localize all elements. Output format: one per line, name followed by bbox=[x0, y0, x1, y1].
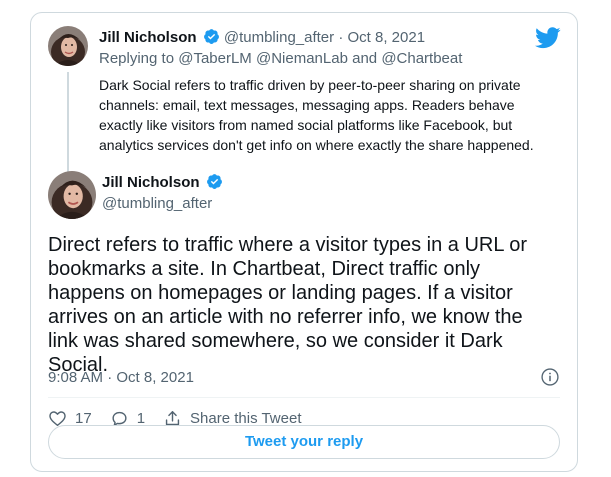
author-handle[interactable]: @tumbling_after bbox=[102, 194, 223, 214]
avatar[interactable] bbox=[48, 26, 88, 66]
replying-prefix: Replying to bbox=[99, 50, 175, 67]
tweet-embed-card: Jill Nicholson @tumbling_after · Oct 8, … bbox=[30, 12, 578, 472]
info-icon[interactable] bbox=[540, 367, 560, 387]
parent-tweet-text: Dark Social refers to traffic driven by … bbox=[99, 77, 534, 153]
reply-joiner: and bbox=[352, 50, 378, 67]
tweet-timestamp[interactable]: 9:08 AM · Oct 8, 2021 bbox=[48, 368, 194, 388]
reply-count: 1 bbox=[136, 409, 146, 427]
avatar[interactable] bbox=[48, 171, 96, 219]
share-label: Share this Tweet bbox=[190, 409, 302, 427]
verified-badge-icon bbox=[206, 174, 222, 189]
tweet-your-reply-button[interactable]: Tweet your reply bbox=[48, 425, 560, 459]
divider bbox=[48, 397, 560, 398]
author-name[interactable]: Jill Nicholson bbox=[99, 29, 197, 46]
parent-tweet-header: Jill Nicholson @tumbling_after · Oct 8, … bbox=[99, 28, 549, 48]
reply-target-link[interactable]: @Chartbeat bbox=[381, 50, 462, 67]
verified-badge-icon bbox=[203, 29, 219, 44]
separator-dot: · bbox=[338, 29, 344, 46]
main-tweet-text: Direct refers to traffic where a visitor… bbox=[48, 234, 528, 376]
reply-target-link[interactable]: @NiemanLab bbox=[256, 50, 348, 67]
main-tweet-header: Jill Nicholson @tumbling_after bbox=[48, 171, 548, 219]
main-author-block: Jill Nicholson @tumbling_after bbox=[102, 173, 223, 214]
author-name[interactable]: Jill Nicholson bbox=[102, 174, 200, 191]
like-count: 17 bbox=[75, 409, 92, 427]
reply-target-link[interactable]: @TaberLM bbox=[178, 50, 252, 67]
thread-connector-line bbox=[67, 72, 69, 176]
author-handle[interactable]: @tumbling_after bbox=[224, 29, 334, 46]
tweet-date[interactable]: Oct 8, 2021 bbox=[347, 29, 425, 46]
parent-tweet-body: Jill Nicholson @tumbling_after · Oct 8, … bbox=[99, 28, 549, 155]
replying-to-line: Replying to @TaberLM @NiemanLab and @Cha… bbox=[99, 49, 549, 69]
